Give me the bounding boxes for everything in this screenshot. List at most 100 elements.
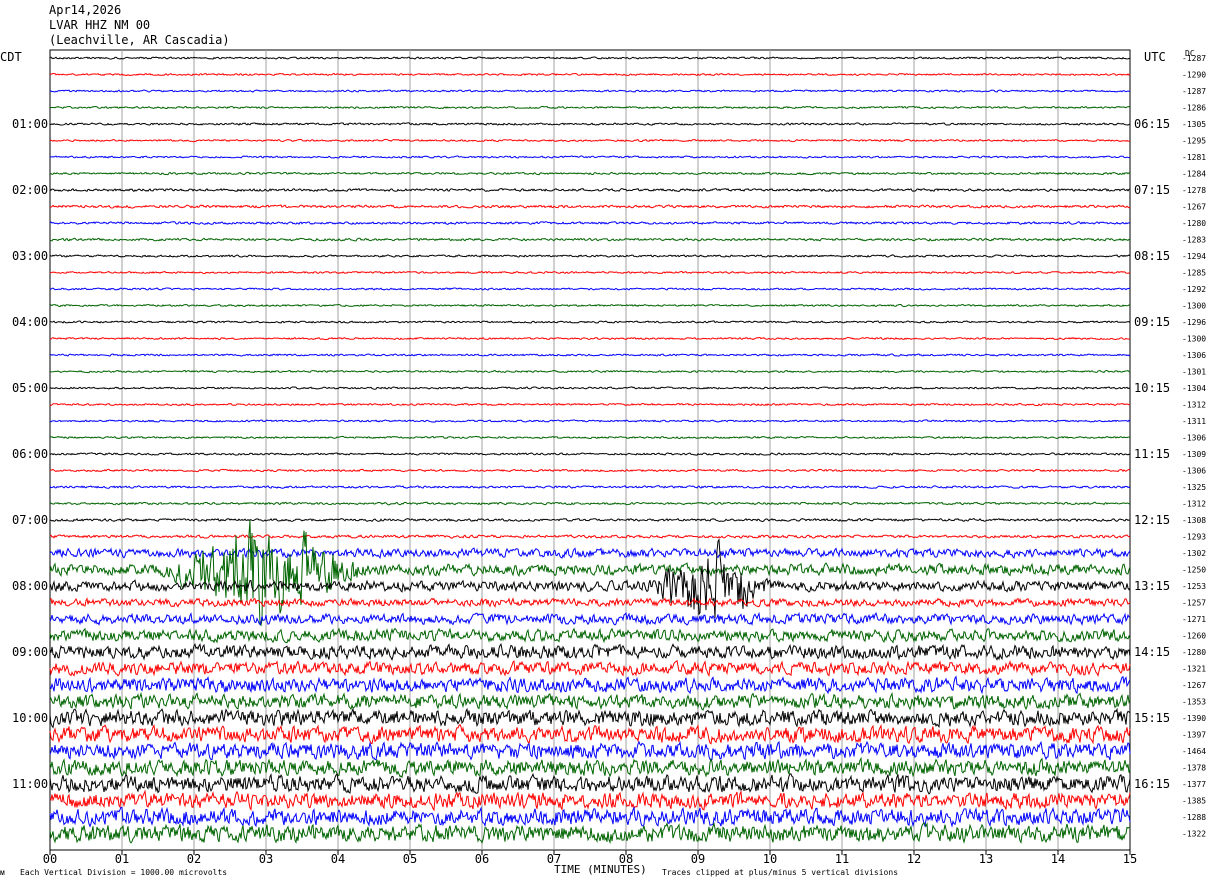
trace-2 <box>49 89 1131 93</box>
clipping-note: Traces clipped at plus/minus 5 vertical … <box>662 868 899 877</box>
cdt-hour-label: 05:00 <box>12 381 48 395</box>
dc-offset-label: -1271 <box>1182 615 1206 624</box>
x-tick-label: 14 <box>1051 852 1065 866</box>
utc-hour-label: 12:15 <box>1134 513 1170 527</box>
vertical-division-note: Each Vertical Division = 1000.00 microvo… <box>20 868 228 877</box>
dc-offset-label: -1287 <box>1182 54 1206 63</box>
dc-offset-label: -1325 <box>1182 483 1206 492</box>
x-tick-label: 01 <box>115 852 129 866</box>
trace-12 <box>49 254 1131 258</box>
x-tick-label: 11 <box>835 852 849 866</box>
dc-offset-label: -1312 <box>1182 500 1206 509</box>
x-tick-label: 13 <box>979 852 993 866</box>
cdt-hour-label: 02:00 <box>12 183 48 197</box>
trace-39 <box>49 691 1131 711</box>
trace-36 <box>49 643 1131 661</box>
dc-offset-label: -1321 <box>1182 665 1206 674</box>
utc-hour-label: 13:15 <box>1134 579 1170 593</box>
dc-offset-label: -1377 <box>1182 780 1206 789</box>
trace-10 <box>49 221 1131 225</box>
utc-hour-label: 11:15 <box>1134 447 1170 461</box>
trace-5 <box>49 138 1131 143</box>
x-tick-label: 05 <box>403 852 417 866</box>
trace-37 <box>49 659 1131 678</box>
x-tick-label: 06 <box>475 852 489 866</box>
dc-offset-label: -1283 <box>1182 236 1206 245</box>
dc-offset-label: -1378 <box>1182 764 1206 773</box>
corner-mark: ᴍ <box>0 868 5 877</box>
trace-17 <box>49 336 1131 341</box>
trace-26 <box>49 485 1131 489</box>
dc-offset-label: -1390 <box>1182 714 1206 723</box>
x-tick-label: 03 <box>259 852 273 866</box>
dc-offset-label: -1290 <box>1182 71 1206 80</box>
axis-labels: 00 01 02 03 04 05 06 07 08 09 10 11 12 13 14 15-1287-12… <box>12 54 1206 866</box>
trace-21 <box>49 402 1131 407</box>
dc-offset-label: -1308 <box>1182 516 1206 525</box>
cdt-hour-label: 10:00 <box>12 711 48 725</box>
trace-40 <box>49 707 1131 729</box>
dc-offset-label: -1300 <box>1182 302 1206 311</box>
trace-9 <box>49 204 1131 209</box>
dc-offset-label: -1311 <box>1182 417 1206 426</box>
trace-47 <box>49 821 1131 845</box>
dc-offset-label: -1306 <box>1182 351 1206 360</box>
helicorder-plot: 00 01 02 03 04 05 06 07 08 09 10 11 12 13 14 15-1287-12… <box>12 49 1206 866</box>
trace-28 <box>50 518 1131 523</box>
trace-1 <box>49 72 1131 77</box>
dc-offset-label: -1305 <box>1182 120 1206 129</box>
trace-24 <box>49 452 1131 456</box>
trace-41 <box>49 723 1131 745</box>
trace-23 <box>49 435 1131 440</box>
dc-offset-label: -1397 <box>1182 731 1206 740</box>
trace-22 <box>49 419 1131 423</box>
trace-8 <box>49 187 1131 193</box>
trace-42 <box>49 740 1131 762</box>
trace-14 <box>49 287 1131 291</box>
trace-29 <box>49 534 1131 539</box>
cdt-hour-label: 08:00 <box>12 579 48 593</box>
trace-33 <box>49 597 1131 608</box>
x-tick-label: 09 <box>691 852 705 866</box>
dc-offset-label: -1287 <box>1182 87 1206 96</box>
utc-hour-label: 06:15 <box>1134 117 1170 131</box>
trace-45 <box>49 789 1131 812</box>
trace-11 <box>49 237 1131 242</box>
cdt-hour-label: 07:00 <box>12 513 48 527</box>
dc-offset-label: -1295 <box>1182 137 1206 146</box>
dc-offset-label: -1302 <box>1182 549 1206 558</box>
trace-15 <box>49 303 1131 308</box>
trace-16 <box>49 320 1131 324</box>
dc-offset-label: -1312 <box>1182 401 1206 410</box>
dc-offset-label: -1385 <box>1182 797 1206 806</box>
dc-offset-label: -1306 <box>1182 467 1206 476</box>
dc-offset-label: -1304 <box>1182 384 1206 393</box>
trace-18 <box>49 353 1131 357</box>
dc-offset-label: -1286 <box>1182 104 1206 113</box>
dc-offset-label: -1281 <box>1182 153 1206 162</box>
utc-hour-label: 07:15 <box>1134 183 1170 197</box>
dc-offset-label: -1292 <box>1182 285 1206 294</box>
dc-offset-label: -1294 <box>1182 252 1206 261</box>
utc-hour-label: 15:15 <box>1134 711 1170 725</box>
trace-44 <box>49 772 1131 795</box>
trace-43 <box>49 756 1131 779</box>
cdt-hour-label: 01:00 <box>12 117 48 131</box>
trace-38 <box>49 675 1131 695</box>
x-tick-label: 00 <box>43 852 57 866</box>
dc-offset-label: -1250 <box>1182 566 1206 575</box>
dc-offset-label: -1257 <box>1182 599 1206 608</box>
cdt-hour-label: 11:00 <box>12 777 48 791</box>
trace-46 <box>49 805 1131 828</box>
dc-offset-label: -1278 <box>1182 186 1206 195</box>
dc-offset-label: -1267 <box>1182 203 1206 212</box>
dc-offset-label: -1260 <box>1182 632 1206 641</box>
dc-offset-label: -1284 <box>1182 170 1206 179</box>
dc-offset-label: -1253 <box>1182 582 1206 591</box>
trace-34 <box>49 611 1131 627</box>
x-tick-label: 02 <box>187 852 201 866</box>
trace-7 <box>49 171 1131 176</box>
utc-hour-label: 09:15 <box>1134 315 1170 329</box>
trace-20 <box>49 386 1131 390</box>
utc-hour-label: 08:15 <box>1134 249 1170 263</box>
